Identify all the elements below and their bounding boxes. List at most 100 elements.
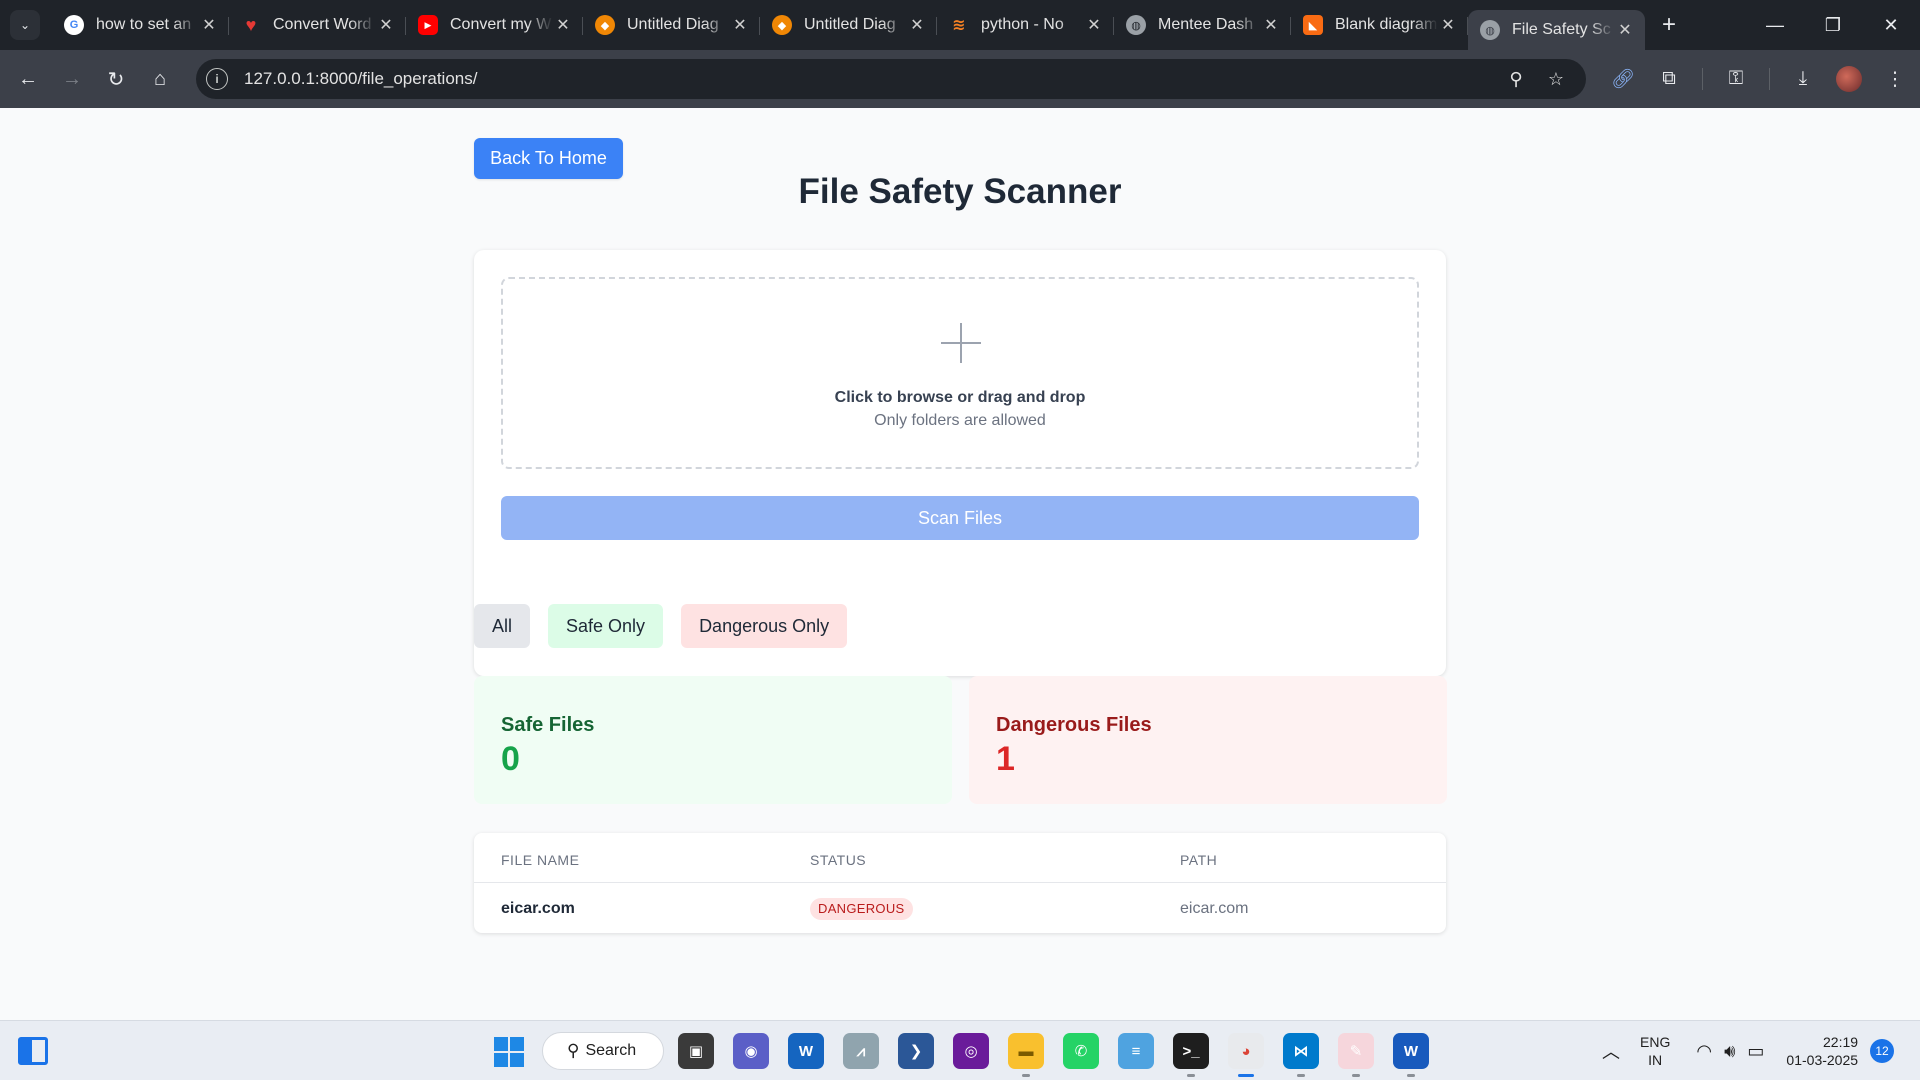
chevron-up-icon[interactable]: ︿ [1596, 1038, 1626, 1064]
browser-toolbar: ← → ↻ ⌂ i 127.0.0.1:8000/file_operations… [0, 50, 1920, 108]
clock-time: 22:19 [1823, 1034, 1859, 1050]
filter-safe-button[interactable]: Safe Only [548, 604, 664, 648]
language-indicator[interactable]: ENG IN [1640, 1033, 1670, 1069]
lucidchart-icon: ◣ [1303, 15, 1323, 35]
table-header: FILE NAME STATUS PATH [474, 833, 1446, 883]
close-tab-icon[interactable]: ✕ [1438, 15, 1458, 35]
back-arrow-icon[interactable]: ← [6, 57, 50, 101]
results-table: FILE NAME STATUS PATH eicar.com DANGEROU… [474, 833, 1446, 933]
wifi-icon[interactable]: ◠ [1696, 1041, 1712, 1062]
notepad-icon[interactable]: ≡ [1118, 1033, 1154, 1069]
windows-taskbar: ⚲ Search ▣ ◉ W ⩘ ❯ ◎ ▬ ✆ ≡ >_ ◕ ⋈ ✎ W ︿ … [0, 1020, 1920, 1080]
browser-tab[interactable]: G how to set an ✕ [52, 0, 229, 50]
browser-tab-active[interactable]: ◍ File Safety Sc ✕ [1468, 10, 1645, 50]
scan-files-button[interactable]: Scan Files [501, 496, 1419, 540]
download-icon[interactable]: ⤓ [1780, 68, 1826, 90]
media-player-icon[interactable]: ◎ [953, 1033, 989, 1069]
taskbar-search-label: Search [585, 1042, 637, 1059]
extensions-icon[interactable]: ⧉ [1646, 68, 1692, 90]
language-code: ENG [1640, 1034, 1671, 1050]
profile-avatar[interactable] [1836, 66, 1862, 92]
clock[interactable]: 22:19 01-03-2025 [1786, 1033, 1858, 1069]
word-news-icon[interactable]: W [788, 1033, 824, 1069]
address-bar[interactable]: i 127.0.0.1:8000/file_operations/ ⚲ ☆ [196, 59, 1586, 99]
vscode-icon[interactable]: ⋈ [1283, 1033, 1319, 1077]
browser-tab[interactable]: ◆ Untitled Diag ✕ [760, 0, 937, 50]
close-tab-icon[interactable]: ✕ [1084, 15, 1104, 35]
paint-icon[interactable]: ✎ [1338, 1033, 1374, 1077]
close-tab-icon[interactable]: ✕ [376, 15, 396, 35]
new-tab-button[interactable]: + [1651, 11, 1687, 39]
stocks-icon[interactable]: ⩘ [843, 1033, 879, 1069]
browser-tab-strip: ⌄ G how to set an ✕ ♥ Convert Word ✕ ▶ C… [0, 0, 1920, 50]
globe-icon: ◍ [1126, 15, 1146, 35]
site-info-icon[interactable]: i [206, 68, 228, 90]
drawio-icon: ◆ [772, 15, 792, 35]
browser-tab[interactable]: ≋ python - No ✕ [937, 0, 1114, 50]
filter-all-button[interactable]: All [474, 604, 531, 648]
close-tab-icon[interactable]: ✕ [199, 15, 219, 35]
terminal-icon[interactable]: >_ [1173, 1033, 1209, 1077]
bookmark-star-icon[interactable]: ☆ [1536, 69, 1576, 90]
more-menu-icon[interactable]: ⋮ [1872, 68, 1918, 91]
tab-title: Convert my W [450, 16, 552, 33]
link-icon[interactable]: 🔗︎ [1600, 67, 1646, 91]
tab-title: Convert Word [273, 16, 372, 33]
zoom-icon[interactable]: ⚲ [1496, 69, 1536, 90]
filter-dangerous-button[interactable]: Dangerous Only [681, 604, 848, 648]
close-tab-icon[interactable]: ✕ [553, 15, 573, 35]
tab-title: Untitled Diag [627, 16, 719, 33]
widgets-icon[interactable] [18, 1037, 48, 1065]
powershell-icon[interactable]: ❯ [898, 1033, 934, 1069]
youtube-icon: ▶ [418, 15, 438, 35]
close-window-icon[interactable]: ✕ [1862, 15, 1920, 36]
tab-search-button[interactable]: ⌄ [10, 10, 40, 40]
plus-icon [941, 323, 981, 363]
browser-tab[interactable]: ◆ Untitled Diag ✕ [583, 0, 760, 50]
status-badge: DANGEROUS [810, 898, 913, 920]
task-view-icon[interactable]: ▣ [678, 1033, 714, 1069]
restore-icon[interactable]: ❐ [1804, 15, 1862, 36]
file-name-cell: eicar.com [501, 900, 575, 917]
tab-title: how to set an [96, 16, 192, 33]
filter-buttons: All Safe Only Dangerous Only [474, 604, 848, 648]
folder-dropzone[interactable]: Click to browse or drag and drop Only fo… [501, 277, 1419, 469]
close-tab-icon[interactable]: ✕ [1261, 15, 1281, 35]
search-icon: ⚲ [567, 1041, 580, 1060]
chrome-icon[interactable]: ◕ [1228, 1033, 1264, 1077]
volume-icon[interactable]: 🔊︎ [1724, 1041, 1735, 1062]
toolbar-actions: 🔗︎ ⧉ ⚿ ⤓ ⋮ [1600, 59, 1918, 99]
windows-start-icon[interactable] [494, 1037, 524, 1067]
reload-icon[interactable]: ↻ [94, 57, 138, 101]
close-tab-icon[interactable]: ✕ [907, 15, 927, 35]
browser-tab[interactable]: ▶ Convert my W ✕ [406, 0, 583, 50]
clock-date: 01-03-2025 [1786, 1052, 1859, 1068]
heart-icon: ♥ [245, 14, 257, 35]
path-cell: eicar.com [1180, 900, 1249, 917]
tab-title: Mentee Dash [1158, 16, 1254, 33]
google-icon: G [64, 15, 84, 35]
notification-badge[interactable]: 12 [1870, 1039, 1895, 1063]
whatsapp-icon[interactable]: ✆ [1063, 1033, 1099, 1069]
file-explorer-icon[interactable]: ▬ [1008, 1033, 1044, 1077]
teams-icon[interactable]: ◉ [733, 1033, 769, 1069]
language-region: IN [1648, 1052, 1663, 1068]
home-icon[interactable]: ⌂ [138, 57, 182, 101]
drawio-icon: ◆ [595, 15, 615, 35]
column-header-status: STATUS [810, 852, 867, 868]
toolbar-divider [1769, 68, 1770, 90]
minimize-icon[interactable]: — [1746, 15, 1804, 36]
battery-icon[interactable]: ▭ [1747, 1041, 1764, 1062]
browser-tab[interactable]: ♥ Convert Word ✕ [229, 0, 406, 50]
page-content: Back To Home File Safety Scanner Click t… [0, 108, 1920, 1020]
close-tab-icon[interactable]: ✕ [1615, 20, 1635, 40]
taskbar-search[interactable]: ⚲ Search [542, 1032, 664, 1070]
browser-tab[interactable]: ◍ Mentee Dash ✕ [1114, 0, 1291, 50]
word-icon[interactable]: W [1393, 1033, 1429, 1077]
close-tab-icon[interactable]: ✕ [730, 15, 750, 35]
browser-tab[interactable]: ◣ Blank diagram ✕ [1291, 0, 1468, 50]
stackoverflow-icon: ≋ [952, 17, 966, 34]
forward-arrow-icon[interactable]: → [50, 57, 94, 101]
password-key-icon[interactable]: ⚿ [1713, 68, 1759, 90]
url-text[interactable]: 127.0.0.1:8000/file_operations/ [244, 69, 477, 89]
